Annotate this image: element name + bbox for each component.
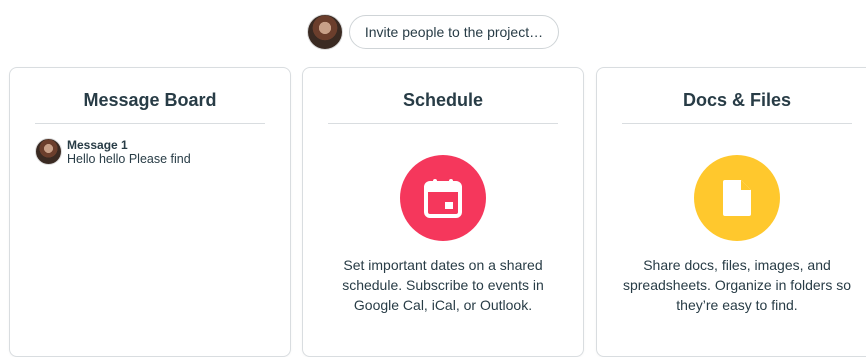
docs-files-card[interactable]: Docs & Files Share docs, files, images, … (596, 67, 866, 357)
divider (622, 123, 852, 124)
divider (328, 123, 558, 124)
message-preview: Hello hello Please find (67, 152, 191, 166)
schedule-card[interactable]: Schedule Set important dates on a shared… (302, 67, 584, 357)
message-board-card[interactable]: Message Board Message 1 Hello hello Plea… (9, 67, 291, 357)
message-title: Message 1 (67, 138, 128, 152)
document-icon (694, 155, 780, 241)
user-avatar[interactable] (306, 14, 343, 50)
divider (35, 123, 265, 124)
message-board-title[interactable]: Message Board (10, 90, 290, 111)
project-header: Invite people to the project… (0, 12, 866, 52)
docs-files-description: Share docs, files, images, and spreadshe… (622, 257, 851, 313)
calendar-icon (400, 155, 486, 241)
invite-people-button[interactable]: Invite people to the project… (348, 15, 560, 49)
message-author-avatar (35, 138, 62, 165)
schedule-title[interactable]: Schedule (303, 90, 583, 111)
docs-files-title[interactable]: Docs & Files (597, 90, 866, 111)
schedule-description: Set important dates on a shared schedule… (342, 257, 544, 313)
message-list-item[interactable]: Message 1 Hello hello Please find (35, 138, 191, 167)
